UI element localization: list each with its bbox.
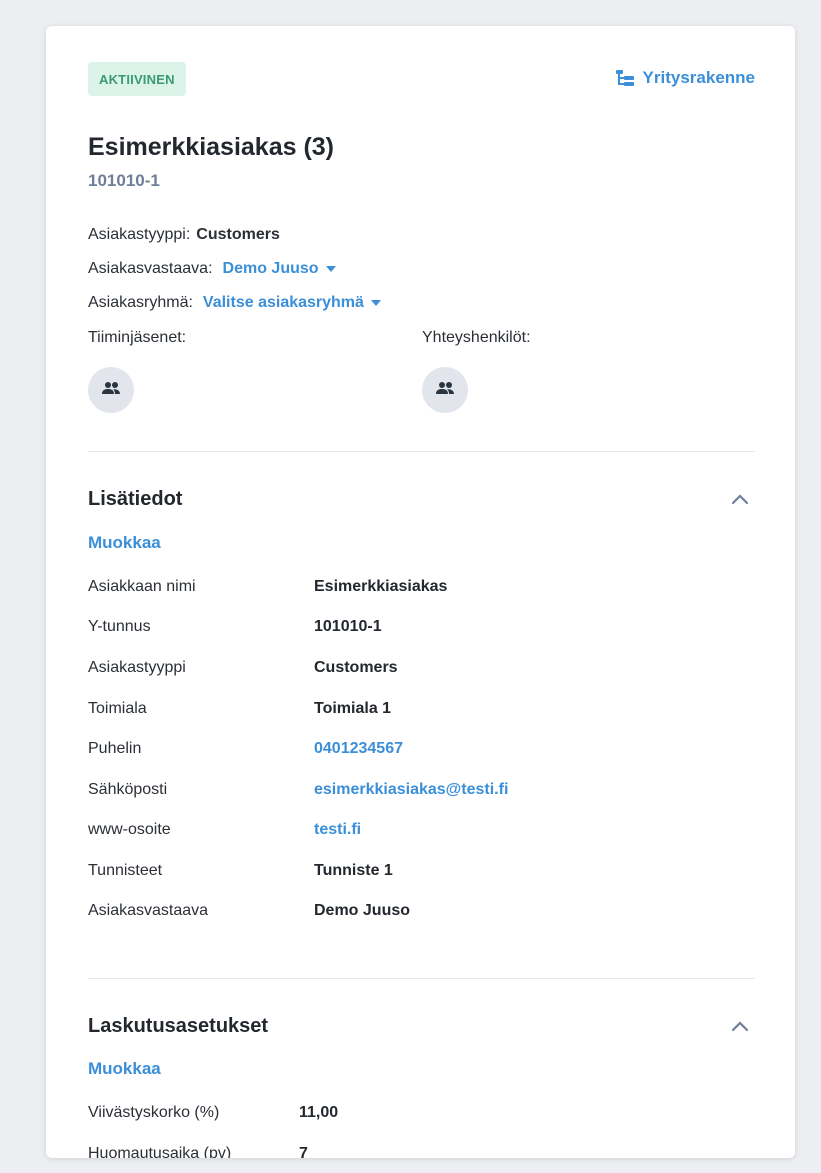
- detail-value: Demo Juuso: [314, 902, 411, 919]
- team-members-label: Tiiminjäsenet:: [88, 329, 187, 346]
- detail-row: Asiakastyyppi Customers: [88, 656, 728, 680]
- details-section-title: Lisätiedot: [88, 488, 183, 510]
- website-link[interactable]: testi.fi: [314, 821, 361, 839]
- customer-manager-dropdown[interactable]: Demo Juuso: [223, 260, 336, 278]
- chevron-up-icon: [731, 1021, 749, 1032]
- collapse-details-button[interactable]: [731, 492, 749, 505]
- people-icon: [435, 381, 455, 400]
- detail-value: Esimerkkiasiakas: [314, 578, 448, 595]
- detail-value: 101010-1: [314, 618, 382, 635]
- section-divider: [88, 978, 755, 979]
- company-structure-label: Yritysrakenne: [642, 68, 755, 87]
- company-structure-link[interactable]: Yritysrakenne: [615, 68, 755, 88]
- billing-label: Viivästyskorko (%): [88, 1104, 220, 1121]
- add-team-member-button[interactable]: [88, 367, 134, 413]
- detail-label: Tunnisteet: [88, 862, 163, 879]
- billing-row: Huomautusaika (pv) 7: [88, 1142, 728, 1158]
- add-contact-button[interactable]: [422, 367, 468, 413]
- billing-section-title: Laskutusasetukset: [88, 1015, 269, 1037]
- detail-value: Toimiala 1: [314, 700, 392, 717]
- customer-manager-value: Demo Juuso: [222, 260, 319, 277]
- customer-manager-line: Asiakasvastaava: Demo Juuso: [88, 260, 336, 278]
- detail-row: Sähköposti esimerkkiasiakas@testi.fi: [88, 778, 728, 802]
- detail-row: Y-tunnus 101010-1: [88, 615, 728, 639]
- detail-label: Asiakastyyppi: [88, 659, 186, 676]
- billing-row: Viivästyskorko (%) 11,00: [88, 1101, 728, 1125]
- detail-value: Customers: [314, 659, 398, 676]
- hierarchy-icon: [615, 69, 635, 87]
- detail-label: Sähköposti: [88, 781, 168, 798]
- billing-label: Huomautusaika (pv): [88, 1145, 232, 1158]
- customer-group-line: Asiakasryhmä: Valitse asiakasryhmä: [88, 294, 381, 312]
- customer-group-value: Valitse asiakasryhmä: [202, 294, 364, 311]
- customer-type-value: Customers: [196, 226, 280, 243]
- customer-name: Esimerkkiasiakas (3): [88, 133, 335, 161]
- customer-group-label: Asiakasryhmä:: [88, 294, 193, 311]
- detail-row: Toimiala Toimiala 1: [88, 697, 728, 721]
- customer-type-label: Asiakastyyppi:: [88, 226, 191, 243]
- customer-id: 101010-1: [88, 171, 160, 190]
- customer-type-line: Asiakastyyppi: Customers: [88, 226, 280, 244]
- customer-card: AKTIIVINEN Yritysrakenne Esimerkkiasiaka…: [46, 26, 795, 1158]
- collapse-billing-button[interactable]: [731, 1019, 749, 1032]
- status-badge: AKTIIVINEN: [88, 62, 186, 96]
- billing-value: 11,00: [299, 1104, 339, 1121]
- detail-row: Asiakasvastaava Demo Juuso: [88, 899, 728, 923]
- email-link[interactable]: esimerkkiasiakas@testi.fi: [314, 781, 508, 799]
- detail-label: Asiakkaan nimi: [88, 578, 196, 595]
- edit-billing-link[interactable]: Muokkaa: [88, 1059, 161, 1079]
- detail-row: Asiakkaan nimi Esimerkkiasiakas: [88, 575, 728, 599]
- caret-down-icon: [325, 266, 336, 272]
- customer-manager-label: Asiakasvastaava:: [88, 260, 213, 277]
- caret-down-icon: [370, 300, 381, 306]
- detail-label: Y-tunnus: [88, 618, 151, 635]
- customer-group-dropdown[interactable]: Valitse asiakasryhmä: [203, 294, 381, 312]
- billing-value: 7: [299, 1145, 308, 1158]
- detail-label: Asiakasvastaava: [88, 902, 209, 919]
- section-divider: [88, 451, 755, 452]
- detail-label: Puhelin: [88, 740, 142, 757]
- detail-row: Puhelin 0401234567: [88, 737, 728, 761]
- chevron-up-icon: [731, 494, 749, 505]
- people-icon: [101, 381, 121, 400]
- edit-details-link[interactable]: Muokkaa: [88, 533, 161, 553]
- detail-value: Tunniste 1: [314, 862, 393, 879]
- detail-label: Toimiala: [88, 700, 147, 717]
- detail-row: www-osoite testi.fi: [88, 818, 728, 842]
- contacts-label: Yhteyshenkilöt:: [422, 329, 531, 346]
- phone-link[interactable]: 0401234567: [314, 740, 403, 758]
- detail-row: Tunnisteet Tunniste 1: [88, 859, 728, 883]
- detail-label: www-osoite: [88, 821, 171, 838]
